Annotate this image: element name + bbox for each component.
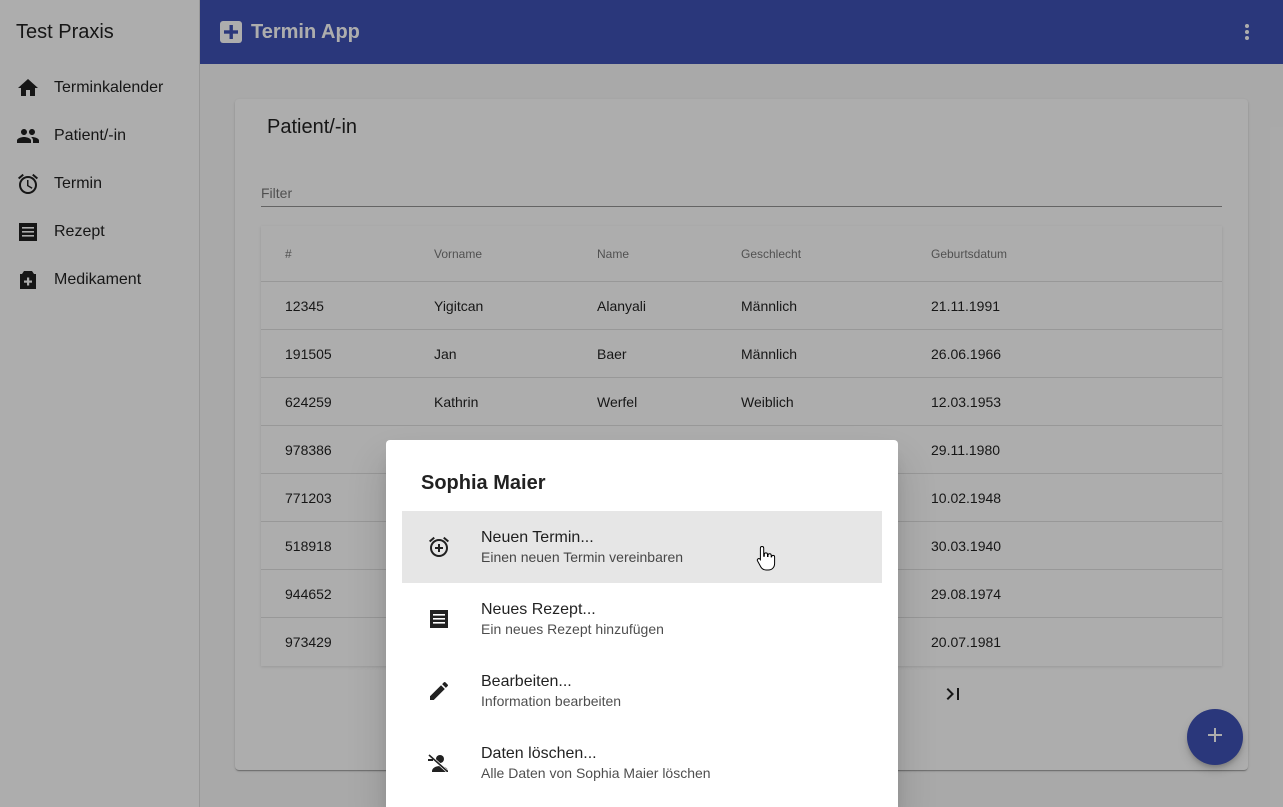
action-label: Neuen Termin...	[481, 529, 594, 546]
add-alarm-icon	[427, 535, 451, 559]
action-description: Einen neuen Termin vereinbaren	[481, 549, 684, 565]
receipt-icon	[427, 607, 451, 631]
new-appointment-action[interactable]: Neuen Termin... Einen neuen Termin verei…	[402, 511, 882, 583]
new-prescription-action[interactable]: Neues Rezept... Ein neues Rezept hinzufü…	[402, 583, 882, 655]
action-label: Daten löschen...	[481, 745, 597, 762]
action-description: Alle Daten von Sophia Maier löschen	[481, 765, 711, 781]
hand-cursor-icon	[756, 545, 776, 571]
person-remove-icon	[427, 751, 451, 775]
action-description: Ein neues Rezept hinzufügen	[481, 621, 664, 637]
edit-action[interactable]: Bearbeiten... Information bearbeiten	[402, 655, 882, 727]
action-label: Neues Rezept...	[481, 601, 596, 618]
edit-pencil-icon	[427, 679, 451, 703]
action-description: Information bearbeiten	[481, 693, 622, 709]
patient-actions-dialog: Sophia Maier Neuen Termin... Einen neuen…	[386, 440, 898, 807]
dialog-title: Sophia Maier	[421, 472, 546, 494]
delete-data-action[interactable]: Daten löschen... Alle Daten von Sophia M…	[402, 727, 882, 799]
action-label: Bearbeiten...	[481, 673, 572, 690]
